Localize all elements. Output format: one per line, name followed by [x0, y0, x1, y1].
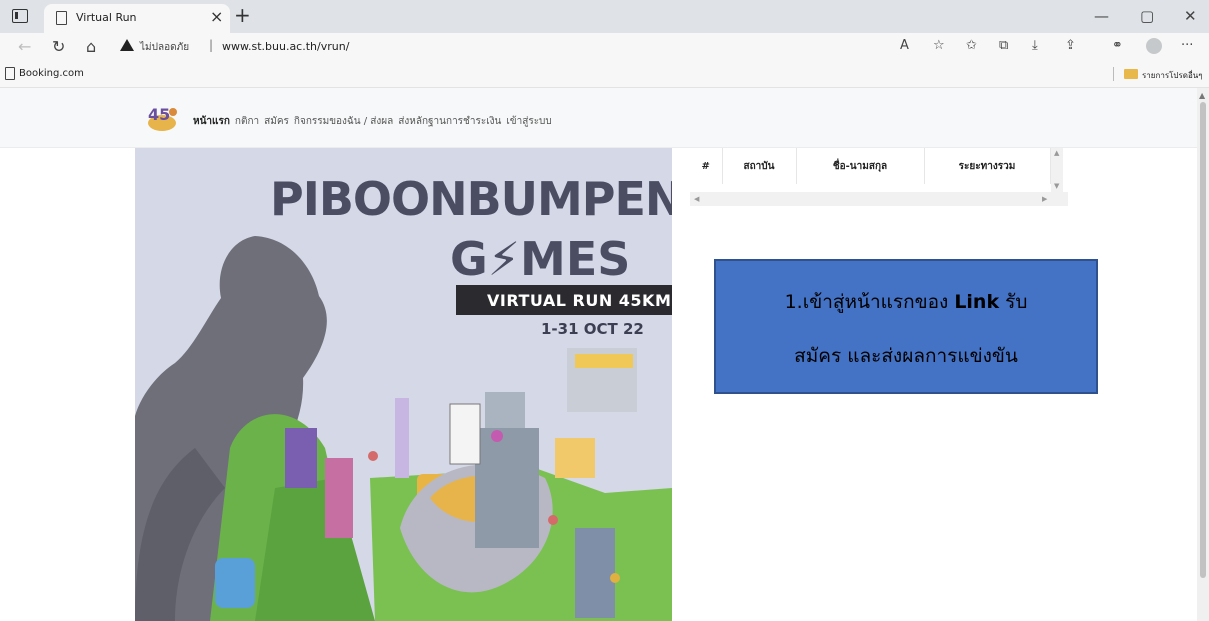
web-page: 45 หน้าแรก กติกา สมัคร กิจกรรมของฉัน / ส…: [0, 88, 1197, 621]
scroll-right-icon[interactable]: ▶: [1042, 195, 1047, 203]
scroll-up-icon[interactable]: ▲: [1199, 91, 1205, 100]
poster-date: 1-31 OCT 22: [541, 320, 644, 338]
new-tab-button[interactable]: +: [234, 4, 251, 26]
menu-payment-proof[interactable]: ส่งหลักฐานการชำระเงิน: [398, 114, 501, 129]
back-icon[interactable]: ←: [18, 36, 31, 58]
tab-virtual-run[interactable]: Virtual Run ×: [44, 4, 230, 33]
results-table: # สถาบัน ชื่อ-นามสกุล ระยะทางรวม: [690, 148, 1051, 184]
bookmarks-divider: [1113, 67, 1114, 81]
close-window-button[interactable]: ✕: [1184, 5, 1197, 27]
col-header-institution: สถาบัน: [722, 148, 797, 184]
page-scrollbar[interactable]: ▲: [1197, 88, 1209, 621]
scroll-thumb[interactable]: [1200, 102, 1206, 578]
menu-my-activities[interactable]: กิจกรรมของฉัน / ส่งผล: [294, 114, 393, 129]
bookmarks-bar: Booking.com รายการโปรดอื่นๆ: [0, 61, 1209, 88]
callout-link-word: Link: [954, 291, 1000, 313]
add-favorite-icon[interactable]: ☆: [933, 37, 945, 55]
scroll-down-icon[interactable]: ▼: [1054, 182, 1059, 190]
collections-icon[interactable]: ⧉: [999, 37, 1008, 55]
results-table-container: # สถาบัน ชื่อ-นามสกุล ระยะทางรวม ▲ ▼ ◀ ▶: [690, 148, 1068, 208]
callout-text-prefix: 1.เข้าสู่หน้าแรกของ: [784, 291, 955, 313]
browser-toolbar: ← ↻ ⌂ ไม่ปลอดภัย | www.st.buu.ac.th/vrun…: [0, 33, 1209, 61]
refresh-icon[interactable]: ↻: [52, 36, 65, 58]
table-vertical-scrollbar[interactable]: ▲ ▼: [1051, 148, 1063, 192]
callout-line1: 1.เข้าสู่หน้าแรกของ Link รับ: [716, 287, 1096, 317]
site-menu: หน้าแรก กติกา สมัคร กิจกรรมของฉัน / ส่งผ…: [193, 114, 552, 129]
sidebar-icon[interactable]: [12, 9, 28, 23]
menu-home[interactable]: หน้าแรก: [193, 114, 230, 129]
callout-text-suffix: รับ: [999, 291, 1028, 313]
read-aloud-icon[interactable]: A: [900, 37, 909, 55]
col-header-distance: ระยะทางรวม: [924, 148, 1051, 184]
home-icon[interactable]: ⌂: [86, 36, 96, 58]
site-logo[interactable]: 45: [143, 102, 181, 134]
restore-button[interactable]: ▢: [1140, 5, 1154, 27]
menu-login[interactable]: เข้าสู่ระบบ: [506, 114, 551, 129]
poster-title-line1: PIBOONBUMPEN: [270, 172, 672, 226]
warning-icon[interactable]: [120, 39, 134, 51]
poster-title-line2: G⚡MES: [450, 232, 631, 286]
security-label[interactable]: ไม่ปลอดภัย: [140, 40, 189, 55]
page-icon: [56, 11, 67, 25]
scroll-left-icon[interactable]: ◀: [694, 195, 699, 203]
profile-icon[interactable]: [1146, 38, 1162, 54]
more-icon[interactable]: ···: [1181, 37, 1193, 55]
downloads-icon[interactable]: ⤓: [1032, 37, 1038, 55]
table-header-row: # สถาบัน ชื่อ-นามสกุล ระยะทางรวม: [690, 148, 1051, 184]
event-poster: PIBOONBUMPEN G⚡MES VIRTUAL RUN 45KM 1-31…: [135, 148, 672, 621]
callout-line2: สมัคร และส่งผลการแข่งขัน: [794, 345, 1018, 367]
page-icon: [5, 67, 15, 80]
bookmark-booking[interactable]: Booking.com: [19, 68, 84, 79]
other-favorites[interactable]: รายการโปรดอื่นๆ: [1142, 69, 1203, 82]
col-header-number: #: [690, 148, 723, 184]
minimize-button[interactable]: —: [1094, 5, 1109, 27]
poster-banner: VIRTUAL RUN 45KM: [456, 285, 672, 315]
extensions-icon[interactable]: ⚭: [1112, 37, 1123, 55]
menu-rules[interactable]: กติกา: [235, 114, 259, 129]
share-icon[interactable]: ⇪: [1065, 37, 1076, 55]
folder-icon[interactable]: [1124, 69, 1138, 79]
col-header-name: ชื่อ-นามสกุล: [796, 148, 925, 184]
svg-text:45: 45: [148, 105, 170, 124]
site-navbar: 45 หน้าแรก กติกา สมัคร กิจกรรมของฉัน / ส…: [0, 88, 1197, 148]
url-text[interactable]: www.st.buu.ac.th/vrun/: [222, 40, 349, 53]
menu-register[interactable]: สมัคร: [264, 114, 289, 129]
address-separator: |: [209, 38, 214, 52]
tab-close-button[interactable]: ×: [210, 7, 223, 27]
browser-tab-bar: Virtual Run × + — ▢ ✕: [0, 0, 1209, 33]
table-horizontal-scrollbar[interactable]: ◀ ▶: [690, 192, 1068, 206]
tab-title: Virtual Run: [76, 11, 137, 24]
instruction-callout: 1.เข้าสู่หน้าแรกของ Link รับ สมัคร และส่…: [714, 259, 1098, 394]
scroll-up-icon[interactable]: ▲: [1054, 149, 1059, 157]
favorites-icon[interactable]: ✩: [966, 37, 977, 55]
